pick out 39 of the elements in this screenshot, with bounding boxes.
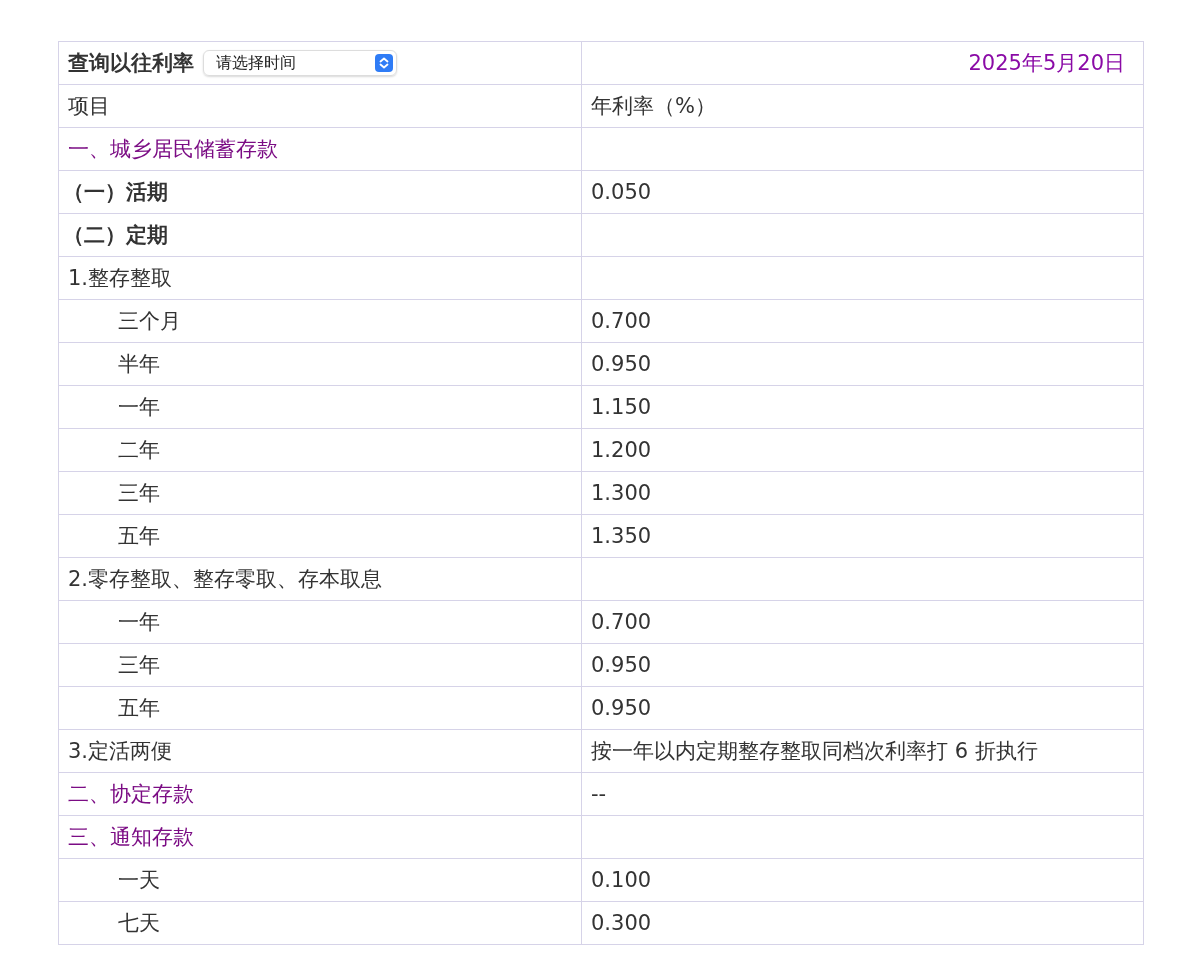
item-cell: 三、通知存款 xyxy=(59,816,582,859)
rate-cell: 0.950 xyxy=(582,644,1144,687)
item-cell: 二年 xyxy=(59,429,582,472)
rate-cell: 0.950 xyxy=(582,687,1144,730)
rate-cell: 0.050 xyxy=(582,171,1144,214)
item-cell: （二）定期 xyxy=(59,214,582,257)
rate-cell: 1.350 xyxy=(582,515,1144,558)
rate-cell: 1.200 xyxy=(582,429,1144,472)
date-cell: 2025年5月20日 xyxy=(582,42,1144,85)
item-cell: 2.零存整取、整存零取、存本取息 xyxy=(59,558,582,601)
rate-cell: 0.100 xyxy=(582,859,1144,902)
item-cell: 一年 xyxy=(59,601,582,644)
rate-cell: 1.150 xyxy=(582,386,1144,429)
item-cell: 五年 xyxy=(59,515,582,558)
item-cell: 二、协定存款 xyxy=(59,773,582,816)
time-select[interactable]: 请选择时间 xyxy=(203,50,397,76)
item-cell: （一）活期 xyxy=(59,171,582,214)
item-cell: 三年 xyxy=(59,472,582,515)
rate-cell: 0.950 xyxy=(582,343,1144,386)
rate-cell: 0.700 xyxy=(582,601,1144,644)
item-cell: 三个月 xyxy=(59,300,582,343)
item-cell: 七天 xyxy=(59,902,582,945)
query-label: 查询以往利率 xyxy=(68,50,194,77)
rate-cell: 0.700 xyxy=(582,300,1144,343)
rate-cell: 按一年以内定期整存整取同档次利率打 6 折执行 xyxy=(582,730,1144,773)
column-header: 年利率（%） xyxy=(582,85,1144,128)
column-header: 项目 xyxy=(59,85,582,128)
item-cell: 一年 xyxy=(59,386,582,429)
item-cell: 1.整存整取 xyxy=(59,257,582,300)
item-cell: 五年 xyxy=(59,687,582,730)
item-cell: 一天 xyxy=(59,859,582,902)
item-cell: 三年 xyxy=(59,644,582,687)
rate-cell: 1.300 xyxy=(582,472,1144,515)
rate-cell: -- xyxy=(582,773,1144,816)
rate-cell: 0.300 xyxy=(582,902,1144,945)
item-cell: 半年 xyxy=(59,343,582,386)
item-cell: 一、城乡居民储蓄存款 xyxy=(59,128,582,171)
chevron-up-down-icon xyxy=(375,54,393,72)
item-cell: 3.定活两便 xyxy=(59,730,582,773)
